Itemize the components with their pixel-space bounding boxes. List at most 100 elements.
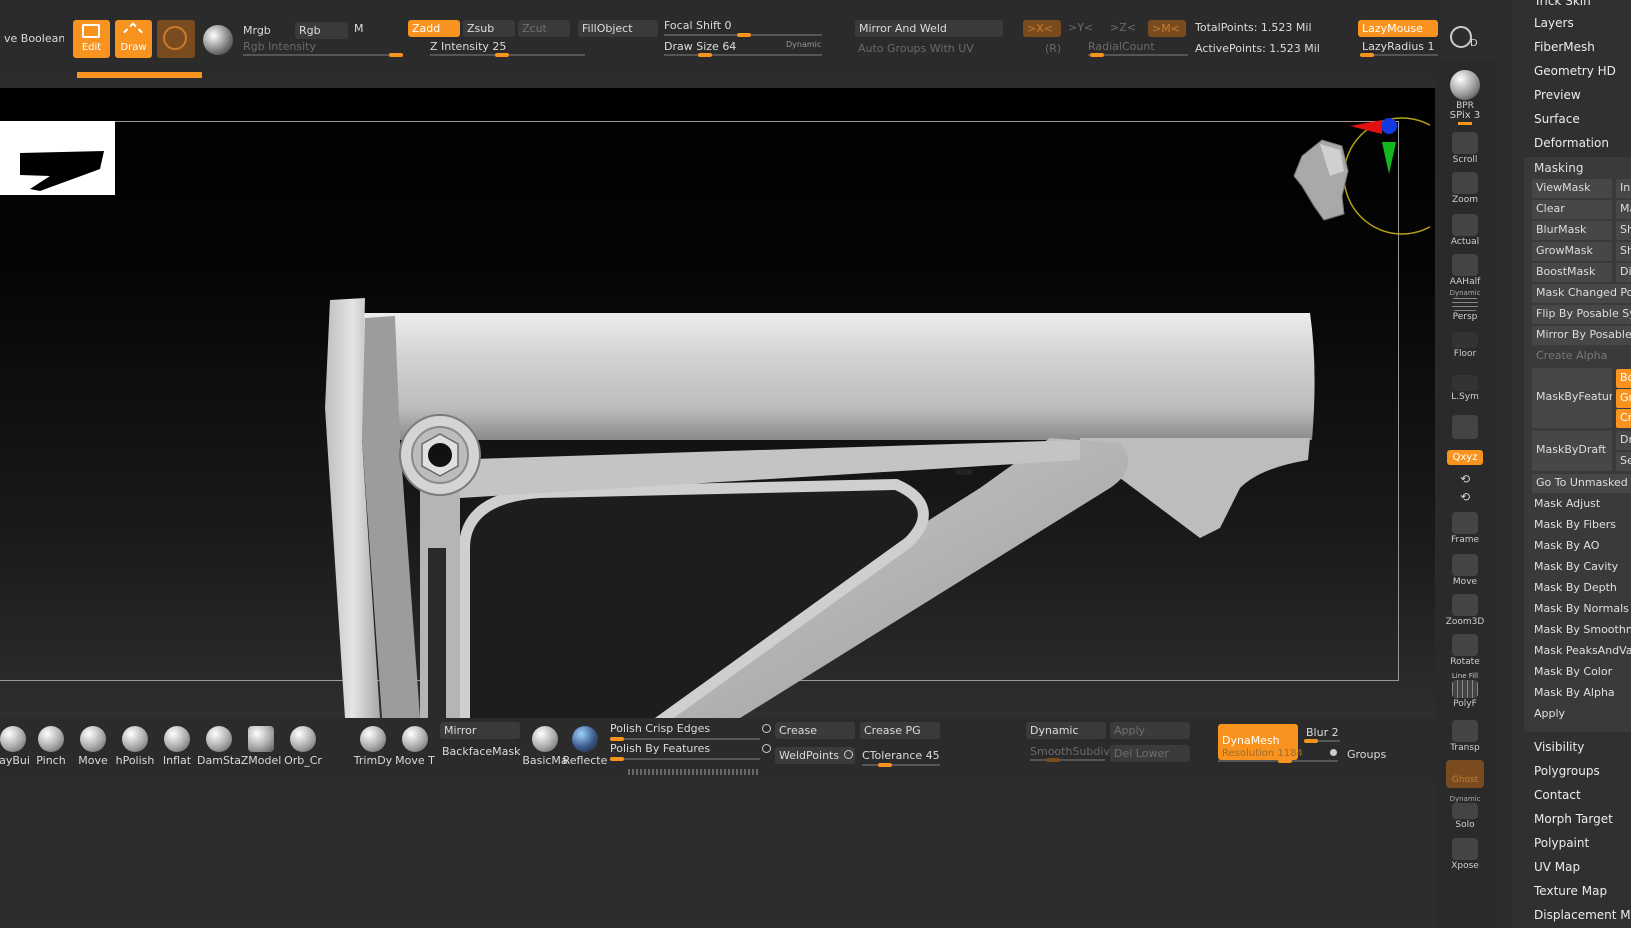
mask-by-color-item[interactable]: Mask By Color <box>1534 665 1612 678</box>
material-sphere-icon[interactable] <box>203 25 233 55</box>
brush-hpolish[interactable]: hPolish <box>112 726 158 767</box>
mask-adjust-item[interactable]: Mask Adjust <box>1534 497 1600 510</box>
mirror-button[interactable]: Mirror <box>440 722 520 739</box>
dynamic-label[interactable]: Dynamic <box>786 40 821 49</box>
rgb-button[interactable]: Rgb <box>295 22 348 39</box>
brush-zmodeler[interactable]: ZModel <box>238 726 284 767</box>
draw-button[interactable]: Draw <box>115 20 152 58</box>
brush-pinch[interactable]: Pinch <box>28 726 74 767</box>
xyz-button[interactable]: Qxyz <box>1443 450 1487 465</box>
rotate-z-button[interactable]: ⟲ <box>1443 490 1487 504</box>
ctolerance-slider[interactable] <box>862 763 940 767</box>
brush-trimdynamic[interactable]: TrimDy <box>350 726 396 767</box>
m-button[interactable]: M <box>354 22 364 35</box>
mask-peaks-and-valleys-item[interactable]: Mask PeaksAndVall <box>1534 644 1631 657</box>
zadd-button[interactable]: Zadd <box>408 20 460 37</box>
sharpen-mask-button[interactable]: Sha <box>1616 221 1631 240</box>
weld-points-toggle[interactable] <box>844 750 853 759</box>
zcut-button[interactable]: Zcut <box>518 20 570 37</box>
masking-title[interactable]: Masking <box>1534 161 1583 175</box>
lock-button[interactable] <box>1443 415 1487 440</box>
xpose-button[interactable]: Xpose <box>1443 838 1487 871</box>
scroll-button[interactable]: Scroll <box>1443 132 1487 165</box>
weld-points-button[interactable]: WeldPoints <box>775 747 855 764</box>
smooth-subdiv-slider[interactable] <box>1030 758 1105 762</box>
spix-slider[interactable] <box>1458 122 1472 125</box>
z-sym-button[interactable]: >Z< <box>1110 21 1136 34</box>
lazy-mouse-button[interactable]: LazyMouse <box>1358 20 1438 37</box>
panel-trick-skin[interactable]: Trick Skin <box>1534 0 1591 8</box>
solo-button[interactable]: Dynamic Solo <box>1443 795 1487 830</box>
live-boolean-button[interactable]: ve Boolean <box>0 30 64 47</box>
panel-deformation[interactable]: Deformation <box>1534 136 1609 150</box>
mrgb-button[interactable]: Mrgb <box>243 24 271 37</box>
draft-set-button[interactable]: Set <box>1616 452 1631 471</box>
auto-groups-uv-button[interactable]: Auto Groups With UV <box>858 42 974 55</box>
brush-inflate[interactable]: Inflat <box>154 726 200 767</box>
polish-crisp-edges-label[interactable]: Polish Crisp Edges <box>610 722 710 735</box>
zoom3d-button[interactable]: Zoom3D <box>1443 594 1487 627</box>
brush-orb-cracks[interactable]: Orb_Cr <box>280 726 326 767</box>
panel-contact[interactable]: Contact <box>1534 788 1581 802</box>
viewmask-button[interactable]: ViewMask <box>1532 179 1612 198</box>
fill-object-button[interactable]: FillObject <box>578 20 658 37</box>
backface-mask-button[interactable]: BackfaceMask <box>442 745 520 758</box>
polish-by-features-label[interactable]: Polish By Features <box>610 742 710 755</box>
draft-angle-slider[interactable]: Dra <box>1616 431 1631 450</box>
polish-by-features-slider[interactable] <box>610 757 760 761</box>
lazy-radius-slider[interactable] <box>1360 53 1438 57</box>
move-mode-button[interactable] <box>157 20 195 58</box>
panel-fibermesh[interactable]: FiberMesh <box>1534 40 1595 54</box>
polish-crisp-edges-toggle[interactable] <box>762 724 771 733</box>
orientation-gizmo[interactable] <box>1290 116 1435 246</box>
draw-size-slider[interactable] <box>664 53 822 57</box>
focal-shift-slider[interactable] <box>664 33 822 37</box>
flip-by-posable-sym-button[interactable]: Flip By Posable Sym <box>1532 305 1631 324</box>
panel-preview[interactable]: Preview <box>1534 88 1581 102</box>
feature-groups-toggle[interactable]: Gro <box>1616 389 1631 408</box>
mask-by-fibers-item[interactable]: Mask By Fibers <box>1534 518 1616 531</box>
blurmask-button[interactable]: BlurMask <box>1532 221 1612 240</box>
mask-by-feature-button[interactable]: MaskByFeature <box>1532 368 1612 428</box>
brush-move[interactable]: Move <box>70 726 116 767</box>
mask-apply-item[interactable]: Apply <box>1534 707 1565 720</box>
mask-by-cavity-item[interactable]: Mask By Cavity <box>1534 560 1618 573</box>
radial-r-button[interactable]: (R) <box>1045 42 1061 55</box>
actual-button[interactable]: Actual <box>1443 214 1487 247</box>
feature-crease-toggle[interactable]: Cre <box>1616 409 1631 428</box>
groups-toggle[interactable] <box>1330 749 1337 756</box>
canvas-viewport[interactable] <box>0 88 1435 718</box>
create-alpha-button[interactable]: Create Alpha <box>1532 347 1631 366</box>
dilute-mask-button[interactable]: Dilu <box>1616 263 1631 282</box>
mask-by-alpha-item[interactable]: Mask By Alpha <box>1534 686 1615 699</box>
mirror-by-posable-sym-button[interactable]: Mirror By Posable S <box>1532 326 1631 345</box>
panel-polygroups[interactable]: Polygroups <box>1534 764 1600 778</box>
polyf-button[interactable]: Line Fill PolyF <box>1443 672 1487 709</box>
panel-texture-map[interactable]: Texture Map <box>1534 884 1607 898</box>
zoom-button[interactable]: Zoom <box>1443 172 1487 205</box>
persp-button[interactable]: Dynamic Persp <box>1443 289 1487 322</box>
y-sym-button[interactable]: >Y< <box>1068 21 1093 34</box>
mask-by-smoothness-item[interactable]: Mask By Smoothne <box>1534 623 1631 636</box>
mask-all-button[interactable]: Ma <box>1616 200 1631 219</box>
shrink-mask-button[interactable]: Shr <box>1616 242 1631 261</box>
go-to-unmasked-center-button[interactable]: Go To Unmasked Ce <box>1532 474 1631 493</box>
z-intensity-slider[interactable] <box>430 53 585 57</box>
mask-by-ao-item[interactable]: Mask By AO <box>1534 539 1599 552</box>
growmask-button[interactable]: GrowMask <box>1532 242 1612 261</box>
mask-by-depth-item[interactable]: Mask By Depth <box>1534 581 1617 594</box>
floor-button[interactable]: Floor <box>1443 332 1487 359</box>
tray-resize-handle[interactable] <box>628 769 758 775</box>
frame-button[interactable]: Frame <box>1443 512 1487 545</box>
reflected-material[interactable]: Reflecte <box>562 726 608 767</box>
boostmask-button[interactable]: BoostMask <box>1532 263 1612 282</box>
brush-damstandard[interactable]: DamSta <box>196 726 242 767</box>
crease-button[interactable]: Crease <box>775 722 855 739</box>
rgb-intensity-slider[interactable] <box>243 53 403 57</box>
del-lower-button[interactable]: Del Lower <box>1110 745 1190 762</box>
panel-uv-map[interactable]: UV Map <box>1534 860 1580 874</box>
panel-polypaint[interactable]: Polypaint <box>1534 836 1589 850</box>
aahalf-button[interactable]: AAHalf <box>1443 254 1487 287</box>
resolution-slider[interactable] <box>1218 759 1338 763</box>
rotate-y-button[interactable]: ⟲ <box>1443 472 1487 486</box>
